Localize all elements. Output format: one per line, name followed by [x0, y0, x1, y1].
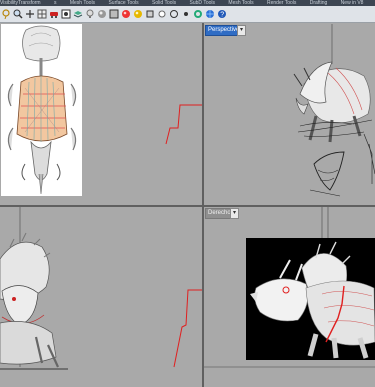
svg-text:?: ?: [220, 12, 224, 19]
layer-icon[interactable]: [73, 9, 83, 20]
zoom-icon[interactable]: [13, 9, 23, 20]
viewport-top[interactable]: [0, 24, 202, 205]
shade-icon[interactable]: [109, 9, 119, 20]
curve-top[interactable]: [0, 24, 202, 205]
light-icon[interactable]: [157, 9, 167, 20]
lasso-icon[interactable]: [1, 9, 11, 20]
help-icon[interactable]: ?: [217, 9, 227, 20]
osnap-icon[interactable]: [61, 9, 71, 20]
grid-icon[interactable]: [37, 9, 47, 20]
triceratops-perspective: [293, 24, 375, 197]
car-icon[interactable]: [49, 9, 59, 20]
sphere-icon[interactable]: [97, 9, 107, 20]
toolbar: ?: [0, 6, 375, 23]
viewport-right[interactable]: Derecho ▾: [204, 207, 375, 387]
material-icon[interactable]: [133, 9, 143, 20]
circle-icon[interactable]: [169, 9, 179, 20]
box-icon[interactable]: [145, 9, 155, 20]
lamp-icon[interactable]: [85, 9, 95, 20]
right-view-guides: [204, 207, 375, 368]
gear-icon[interactable]: [193, 9, 203, 20]
viewport-front[interactable]: [0, 207, 202, 387]
triceratops-front: [0, 207, 202, 370]
render-icon[interactable]: [121, 9, 131, 20]
pan-icon[interactable]: [25, 9, 35, 20]
dot-icon[interactable]: [181, 9, 191, 20]
viewport-perspective[interactable]: Perspective ▾: [204, 24, 375, 205]
globe-icon[interactable]: [205, 9, 215, 20]
